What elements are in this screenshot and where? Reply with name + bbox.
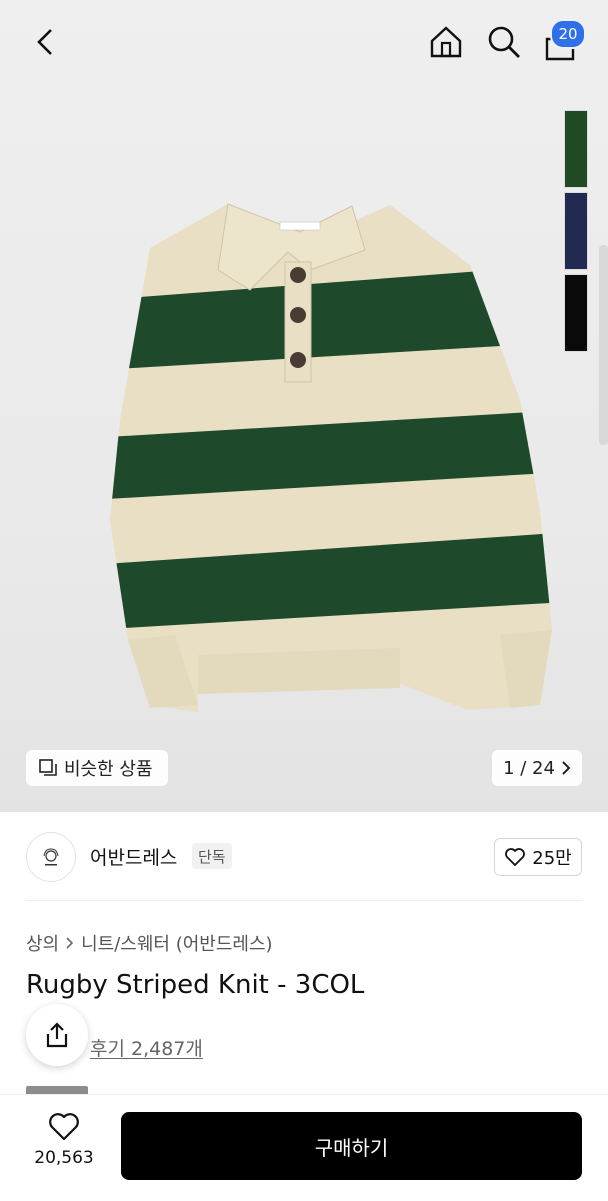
color-swatch-green[interactable] [564,110,588,188]
brand-emblem-icon [43,848,59,866]
color-swatch-black[interactable] [564,274,588,352]
cart-count-badge: 20 [550,19,586,49]
product-photo [110,203,552,712]
page-indicator-text: 1 / 24 [503,757,555,779]
color-swatch-navy[interactable] [564,192,588,270]
similar-products-button[interactable]: 비슷한 상품 [26,750,168,786]
product-image-area[interactable]: 비슷한 상품 1 / 24 [0,0,608,812]
similar-icon [39,759,57,776]
brand-like-count: 25만 [532,848,572,869]
breadcrumb-item-category[interactable]: 니트/스웨터 (어반드레스) [81,930,272,956]
share-button[interactable] [26,1004,88,1066]
search-icon[interactable] [484,22,524,62]
favorite-button[interactable]: 20,563 [18,1112,110,1168]
exclusive-tag: 단독 [192,843,232,869]
brand-logo[interactable] [26,832,76,882]
heart-icon [505,848,526,866]
brand-like-button[interactable]: 25만 [494,838,582,876]
chevron-right-icon [562,761,571,775]
review-link[interactable]: 후기 2,487개 [90,1034,203,1061]
similar-products-label: 비슷한 상품 [64,759,153,780]
back-icon[interactable] [28,22,62,62]
breadcrumb: 상의 니트/스웨터 (어반드레스) [26,930,273,956]
breadcrumb-item-top[interactable]: 상의 [26,930,59,956]
divider [26,900,582,901]
home-icon[interactable] [426,22,466,62]
scrollbar[interactable] [599,245,608,445]
share-icon [46,1022,68,1048]
image-page-indicator[interactable]: 1 / 24 [492,750,582,786]
buy-button[interactable]: 구매하기 [121,1112,582,1180]
heart-icon [49,1113,79,1141]
top-navigation: 20 [0,0,608,84]
favorite-count: 20,563 [34,1148,94,1168]
brand-name[interactable]: 어반드레스 [90,843,177,870]
product-title: Rugby Striped Knit - 3COL [26,970,365,1000]
chevron-right-icon [66,937,74,949]
